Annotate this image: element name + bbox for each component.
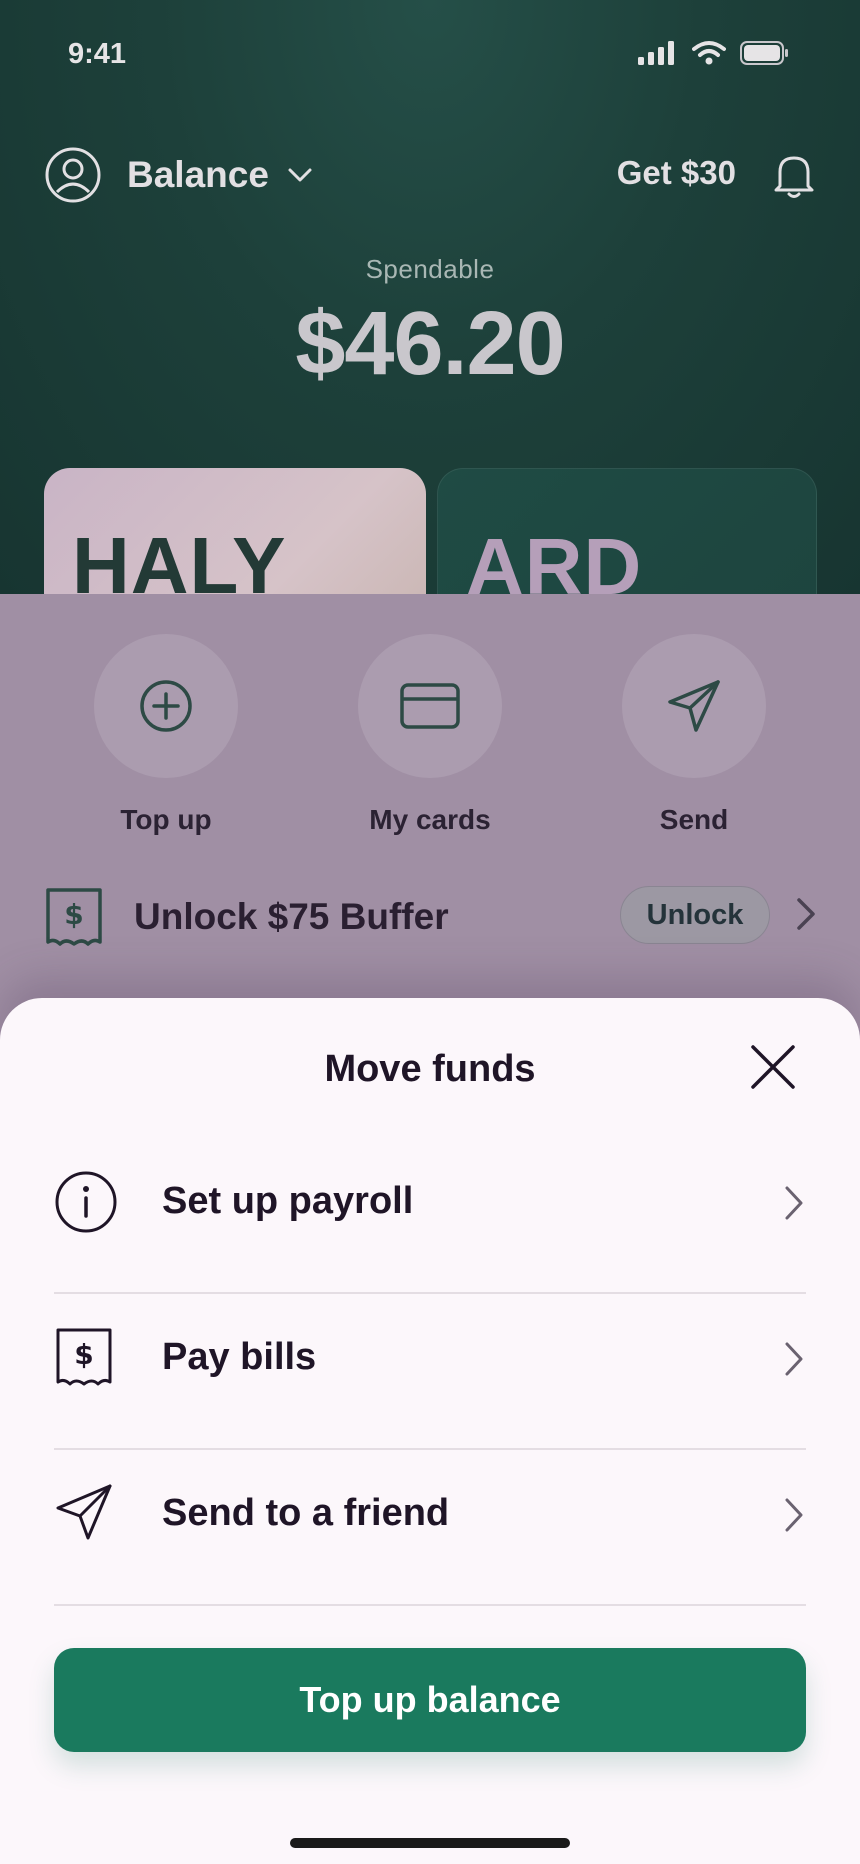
action-top-up[interactable]: Top up	[81, 634, 251, 836]
option-label: Send to a friend	[162, 1492, 450, 1534]
balance-label: Spendable	[365, 254, 495, 284]
status-bar: 9:41	[0, 0, 860, 110]
divider	[54, 1292, 806, 1294]
chevron-right-icon	[785, 1342, 803, 1376]
chevron-right-icon	[797, 898, 815, 930]
cards-carousel: HALY ARD	[0, 468, 860, 594]
status-icons	[638, 40, 790, 66]
account-label: Balance	[127, 154, 269, 195]
top-section: 9:41 Balance Get $30 Spendable $46.20 HA…	[0, 0, 860, 594]
balance-display: Spendable $46.20	[0, 254, 860, 396]
top-up-balance-button[interactable]: Top up balance	[54, 1648, 806, 1752]
app-screen: 9:41 Balance Get $30 Spendable $46.20 HA…	[0, 0, 860, 1864]
send-icon	[56, 1484, 112, 1540]
profile-icon[interactable]	[44, 146, 102, 204]
balance-amount: $46.20	[295, 294, 565, 394]
sheet-title: Move funds	[324, 1048, 536, 1090]
status-time: 9:41	[68, 38, 127, 70]
chevron-right-icon	[785, 1498, 803, 1532]
divider	[54, 1448, 806, 1450]
divider	[54, 1604, 806, 1606]
svg-text:$: $	[74, 1338, 93, 1371]
home-indicator[interactable]	[290, 1838, 570, 1848]
quick-actions: Top up My cards Send	[0, 634, 860, 836]
move-funds-sheet: Move funds Set up payroll $ Pay bills Se…	[0, 998, 860, 1864]
unlock-button[interactable]: Unlock	[620, 886, 770, 944]
action-label: Send	[659, 804, 729, 835]
action-send[interactable]: Send	[609, 634, 779, 836]
send-icon	[668, 680, 720, 732]
referral-link[interactable]: Get $30	[617, 154, 736, 192]
chevron-right-icon	[785, 1186, 803, 1220]
bill-icon: $	[56, 1328, 112, 1386]
action-circle	[94, 634, 238, 778]
action-circle	[622, 634, 766, 778]
option-label: Set up payroll	[162, 1180, 414, 1222]
option-pay-bills[interactable]: $ Pay bills	[54, 1326, 806, 1446]
bell-icon[interactable]	[772, 150, 816, 200]
card-secondary[interactable]: ARD	[437, 468, 817, 594]
card-icon	[400, 683, 460, 729]
buffer-promo[interactable]: $ Unlock $75 Buffer Unlock	[0, 886, 860, 966]
battery-icon	[740, 41, 788, 65]
bill-icon: $	[46, 888, 102, 946]
chevron-down-icon	[288, 168, 312, 182]
card-primary[interactable]: HALY	[44, 468, 426, 594]
option-label: Pay bills	[162, 1336, 317, 1378]
action-my-cards[interactable]: My cards	[345, 634, 515, 836]
account-switcher[interactable]: Balance	[127, 154, 313, 196]
action-label: Top up	[120, 804, 212, 835]
signal-icon	[638, 41, 674, 65]
plus-circle-icon	[140, 680, 192, 732]
action-circle	[358, 634, 502, 778]
action-label: My cards	[369, 804, 491, 835]
svg-text:$: $	[64, 898, 83, 931]
info-icon	[55, 1171, 117, 1233]
option-set-up-payroll[interactable]: Set up payroll	[54, 1170, 806, 1290]
buffer-text: Unlock $75 Buffer	[134, 896, 449, 937]
header: Balance Get $30	[0, 140, 860, 210]
wifi-icon	[692, 41, 726, 65]
close-icon[interactable]	[748, 1042, 798, 1092]
option-send-to-friend[interactable]: Send to a friend	[54, 1482, 806, 1602]
